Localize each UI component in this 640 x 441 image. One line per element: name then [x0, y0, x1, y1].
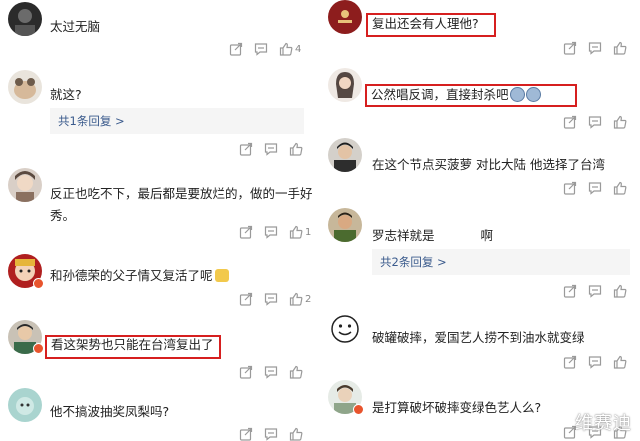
comment-actions — [228, 141, 311, 157]
avatar[interactable] — [328, 208, 362, 242]
comment-text: 在这个节点买菠萝 对比大陆 他选择了台湾 — [372, 157, 605, 172]
comment-text: 太过无脑 — [50, 19, 101, 34]
share-icon[interactable] — [239, 292, 253, 306]
like-icon[interactable] — [613, 181, 627, 195]
comment-actions — [552, 114, 635, 130]
verified-badge-icon — [353, 404, 364, 415]
like-icon[interactable] — [289, 292, 303, 306]
avatar[interactable] — [8, 70, 42, 104]
share-icon[interactable] — [239, 365, 253, 379]
comment-actions: 4 — [218, 41, 301, 57]
comment-actions — [228, 426, 311, 441]
comment-text: 就这? — [50, 87, 82, 102]
share-icon[interactable] — [563, 41, 577, 55]
comment-actions: 2 — [228, 291, 311, 307]
like-icon[interactable] — [289, 142, 303, 156]
comment-text-continued: 秀。 — [50, 208, 76, 223]
verified-badge-icon — [33, 343, 44, 354]
share-icon[interactable] — [563, 115, 577, 129]
comment-text: 和孙德荣的父子情又复活了呢 — [50, 266, 229, 286]
view-replies-link[interactable]: 共2条回复 > — [372, 249, 630, 275]
verified-badge-icon — [33, 278, 44, 289]
avatar[interactable] — [328, 312, 362, 346]
comment-actions: 1 — [228, 224, 311, 240]
highlight-box — [365, 84, 577, 107]
comment-icon[interactable] — [264, 292, 278, 306]
comment-text: 他不搞波抽奖凤梨吗? — [50, 404, 170, 419]
like-icon[interactable] — [289, 365, 303, 379]
comment-icon[interactable] — [254, 42, 268, 56]
like-icon[interactable] — [613, 115, 627, 129]
share-icon[interactable] — [239, 427, 253, 441]
like-icon[interactable] — [279, 42, 293, 56]
comment-actions — [552, 180, 635, 196]
view-replies-link[interactable]: 共1条回复 > — [50, 108, 304, 134]
share-icon[interactable] — [563, 181, 577, 195]
like-count: 1 — [305, 226, 312, 238]
right-comment-panel: 复出还会有人理他? 公然唱反调，直接封杀吧 在这个节点买菠萝 对比大陆 他选择了… — [320, 0, 640, 441]
watermark: 维赛迪 — [575, 413, 632, 434]
comment-icon[interactable] — [588, 115, 602, 129]
like-icon[interactable] — [613, 41, 627, 55]
like-icon[interactable] — [289, 427, 303, 441]
like-icon[interactable] — [613, 284, 627, 298]
comment-icon[interactable] — [588, 41, 602, 55]
cat-emoji-icon — [214, 269, 229, 282]
like-icon[interactable] — [289, 225, 303, 239]
share-icon[interactable] — [229, 42, 243, 56]
comment-text: 反正也吃不下，最后都是要放烂的，做的一手好 — [50, 186, 313, 201]
comment-icon[interactable] — [588, 355, 602, 369]
comment-actions — [552, 40, 635, 56]
like-count: 2 — [305, 293, 312, 305]
comment-icon[interactable] — [264, 225, 278, 239]
avatar[interactable] — [8, 2, 42, 36]
comment-actions — [552, 283, 635, 299]
comment-text: 破罐破摔，爱国艺人捞不到油水就变绿 — [372, 330, 585, 345]
avatar[interactable] — [8, 168, 42, 202]
share-icon[interactable] — [563, 284, 577, 298]
avatar[interactable] — [8, 388, 42, 422]
like-count: 4 — [295, 43, 302, 55]
comment-actions — [552, 354, 635, 370]
highlight-box — [366, 13, 496, 37]
avatar[interactable] — [328, 138, 362, 172]
highlight-box — [45, 335, 221, 359]
share-icon[interactable] — [563, 355, 577, 369]
comment-icon[interactable] — [264, 427, 278, 441]
comment-text: 罗志祥就是啊 — [372, 228, 494, 243]
comment-text: 是打算破坏破摔变绿色艺人么? — [372, 400, 542, 415]
left-comment-panel: 太过无脑 4 就这? 共1条回复 > 反正也吃不下，最后都是要放烂的，做的一手好… — [0, 0, 316, 441]
comment-icon[interactable] — [264, 142, 278, 156]
comment-icon[interactable] — [264, 365, 278, 379]
comment-actions — [228, 364, 311, 380]
comment-icon[interactable] — [588, 181, 602, 195]
avatar[interactable] — [328, 68, 362, 102]
share-icon[interactable] — [239, 225, 253, 239]
avatar[interactable] — [328, 0, 362, 34]
like-icon[interactable] — [613, 355, 627, 369]
share-icon[interactable] — [239, 142, 253, 156]
comment-icon[interactable] — [588, 284, 602, 298]
